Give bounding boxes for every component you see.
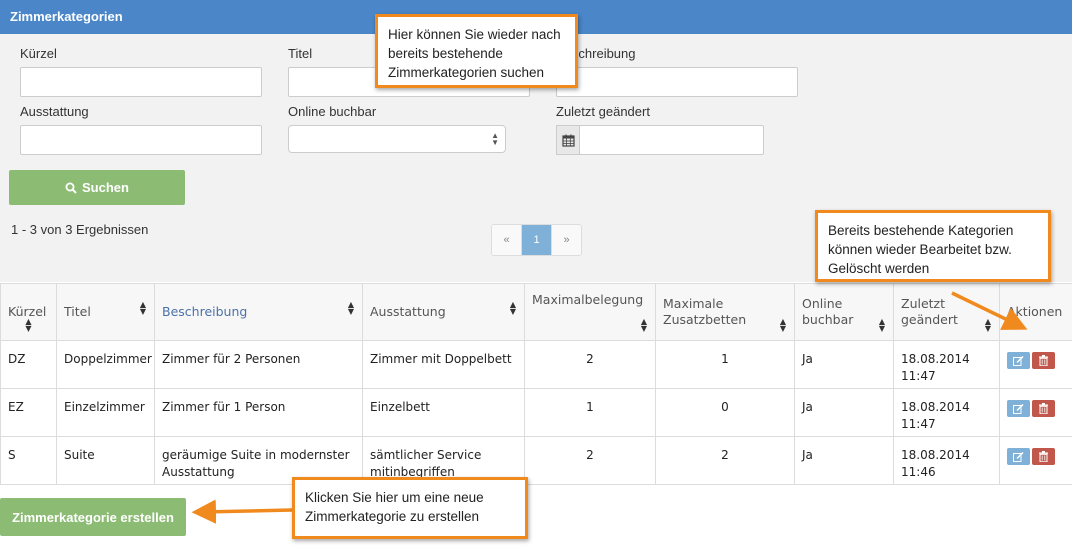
arrow-to-create-button	[191, 499, 293, 524]
create-callout: Klicken Sie hier um eine neue Zimmerkate…	[292, 477, 528, 539]
search-callout: Hier können Sie wieder nach bereits best…	[375, 14, 578, 88]
edit-delete-callout: Bereits bestehende Kategorien können wie…	[815, 210, 1051, 282]
arrow-to-actions	[951, 291, 1028, 330]
